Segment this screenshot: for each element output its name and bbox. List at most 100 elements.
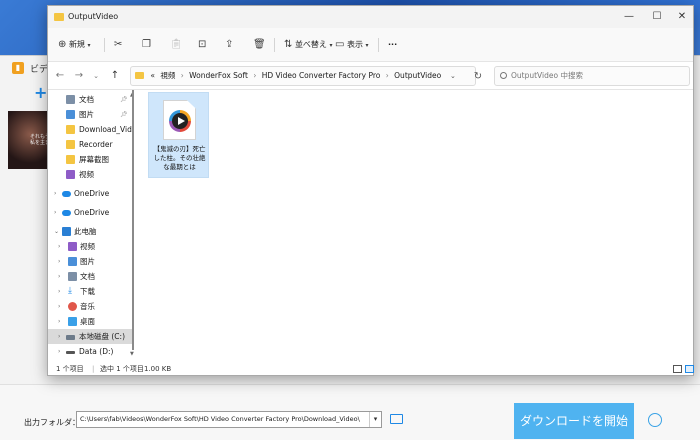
paste-button[interactable]: 📋︎ bbox=[170, 37, 183, 53]
nav-item-this-pc[interactable]: ⌄ 此电脑 bbox=[48, 224, 134, 239]
breadcrumb-overflow[interactable]: « bbox=[150, 71, 155, 80]
nav-item-label: 此电脑 bbox=[74, 227, 97, 236]
chevron-right-icon[interactable]: › bbox=[58, 284, 60, 299]
breadcrumb-wonderfox[interactable]: WonderFox Soft bbox=[189, 71, 248, 80]
nav-item-label: 图片 bbox=[79, 110, 94, 119]
nav-item-documents[interactable]: 文档 📌︎ bbox=[48, 92, 134, 107]
back-arrow-icon[interactable]: ← bbox=[53, 68, 67, 84]
nav-item-music[interactable]: › 音乐 bbox=[48, 299, 134, 314]
delete-button[interactable]: 🗑︎ bbox=[253, 37, 266, 53]
minimize-icon[interactable]: — bbox=[615, 10, 643, 24]
toolbar-divider bbox=[378, 38, 379, 52]
large-icons-view-icon[interactable] bbox=[685, 365, 694, 373]
background-app-title: ビデ bbox=[30, 65, 49, 75]
alarm-clock-icon[interactable] bbox=[648, 413, 662, 427]
rename-button[interactable]: ⊡ bbox=[198, 37, 206, 53]
nav-item-label: Recorder bbox=[79, 140, 113, 149]
folder-icon bbox=[66, 155, 75, 164]
breadcrumb-hd-converter[interactable]: HD Video Converter Factory Pro bbox=[262, 71, 381, 80]
start-download-button[interactable]: ダウンロードを開始 bbox=[514, 403, 634, 439]
chevron-right-icon[interactable]: › bbox=[54, 205, 56, 220]
chevron-right-icon[interactable]: › bbox=[58, 254, 60, 269]
chevron-right-icon[interactable]: › bbox=[58, 269, 60, 284]
folder-icon bbox=[66, 140, 75, 149]
chevron-right-icon[interactable]: › bbox=[54, 358, 56, 360]
nav-item-download-video[interactable]: Download_Vide bbox=[48, 122, 134, 137]
desktop-icon bbox=[68, 317, 77, 326]
nav-item-pictures-pc[interactable]: › 图片 bbox=[48, 254, 134, 269]
nav-item-label: OneDrive bbox=[74, 208, 110, 217]
address-box[interactable]: « 視频 › WonderFox Soft › HD Video Convert… bbox=[130, 66, 476, 86]
nav-item-onedrive-2[interactable]: › OneDrive bbox=[48, 205, 134, 220]
trash-icon: 🗑︎ bbox=[253, 39, 266, 50]
details-view-icon[interactable] bbox=[673, 365, 682, 373]
nav-item-desktop[interactable]: › 桌面 bbox=[48, 314, 134, 329]
address-dropdown-icon[interactable]: ⌄ bbox=[450, 72, 456, 80]
nav-item-documents-pc[interactable]: › 文档 bbox=[48, 269, 134, 284]
new-button[interactable]: ⊕ 新規 ▾ bbox=[58, 37, 91, 53]
view-button-label: 表示 bbox=[347, 40, 363, 49]
sort-button-label: 並べ替え bbox=[294, 40, 327, 49]
nav-item-videos[interactable]: › 视频 bbox=[48, 239, 134, 254]
forward-arrow-icon[interactable]: → bbox=[72, 68, 86, 84]
chevron-down-icon: ▾ bbox=[365, 42, 369, 49]
toolbar-divider bbox=[274, 38, 275, 52]
recent-chevron-icon[interactable]: ⌄ bbox=[89, 68, 103, 84]
breadcrumb-outputvideo[interactable]: OutputVideo bbox=[394, 71, 441, 80]
copy-button[interactable]: ❐ bbox=[142, 37, 151, 53]
search-icon bbox=[500, 72, 507, 79]
new-button-label: 新規 bbox=[68, 40, 85, 49]
chevron-right-icon[interactable]: › bbox=[58, 299, 60, 314]
open-folder-icon[interactable] bbox=[390, 414, 403, 424]
pin-icon: 📌︎ bbox=[120, 111, 128, 118]
more-options-button[interactable]: ··· bbox=[388, 37, 397, 53]
nav-scrollbar[interactable] bbox=[132, 90, 134, 350]
status-bar: 1 个项目 | 选中 1 个项目 1.00 KB bbox=[48, 361, 694, 377]
nav-item-onedrive-1[interactable]: › OneDrive bbox=[48, 186, 134, 201]
chevron-right-icon[interactable]: › bbox=[54, 186, 56, 201]
breadcrumb-chevron-icon: › bbox=[180, 71, 184, 80]
folder-icon bbox=[135, 72, 144, 79]
explorer-window: OutputVideo — ☐ ✕ ⊕ 新規 ▾ ✂ ❐ 📋︎ ⊡ ⇪ 🗑︎ ⇅… bbox=[47, 5, 694, 376]
paste-icon: 📋︎ bbox=[170, 39, 183, 50]
output-path-select[interactable]: C:\Users\fab\Videos\WonderFox Soft\HD Vi… bbox=[76, 411, 382, 428]
navigation-pane: 文档 📌︎ 图片 📌︎ Download_Vide Recorder 屏幕截图 … bbox=[48, 90, 134, 360]
chevron-right-icon[interactable]: › bbox=[58, 314, 60, 329]
close-icon[interactable]: ✕ bbox=[668, 10, 696, 24]
nav-item-videos-quick[interactable]: 视频 bbox=[48, 167, 134, 182]
view-button[interactable]: ▭ 表示 ▾ bbox=[335, 37, 369, 53]
view-icon: ▭ bbox=[335, 39, 345, 50]
search-placeholder: OutputVideo 中搜索 bbox=[511, 71, 583, 80]
chevron-down-icon[interactable]: ▾ bbox=[369, 412, 381, 427]
nav-item-network[interactable]: › 网络 bbox=[48, 358, 134, 360]
scroll-down-icon[interactable]: ▼ bbox=[130, 351, 134, 357]
nav-item-label: Data (D:) bbox=[79, 347, 114, 356]
chevron-right-icon[interactable]: › bbox=[58, 329, 60, 344]
plus-circle-icon: ⊕ bbox=[58, 39, 67, 50]
chevron-right-icon[interactable]: › bbox=[58, 239, 60, 254]
sort-button[interactable]: ⇅ 並べ替え ▾ bbox=[284, 37, 333, 53]
search-input[interactable]: OutputVideo 中搜索 bbox=[494, 66, 690, 86]
up-arrow-icon[interactable]: ↑ bbox=[108, 68, 122, 84]
explorer-titlebar: OutputVideo — ☐ ✕ bbox=[48, 6, 693, 28]
nav-item-screenshots[interactable]: 屏幕截图 bbox=[48, 152, 134, 167]
chevron-right-icon[interactable]: › bbox=[58, 344, 60, 359]
cut-button[interactable]: ✂ bbox=[114, 37, 122, 53]
selected-count: 选中 1 个项目 bbox=[100, 365, 144, 373]
file-list-area[interactable]: 【鬼滅の刃】死亡した柱。その壮絶な最期とは bbox=[138, 90, 693, 360]
add-button[interactable]: + bbox=[34, 83, 47, 102]
nav-item-data-d[interactable]: › Data (D:) bbox=[48, 344, 134, 359]
maximize-icon[interactable]: ☐ bbox=[643, 10, 671, 24]
share-button[interactable]: ⇪ bbox=[225, 37, 233, 53]
video-icon bbox=[68, 242, 77, 251]
file-item[interactable]: 【鬼滅の刃】死亡した柱。その壮絶な最期とは bbox=[148, 92, 209, 178]
breadcrumb-videos[interactable]: 視频 bbox=[160, 71, 175, 80]
refresh-icon[interactable]: ↻ bbox=[471, 70, 485, 84]
nav-item-local-disk-c[interactable]: › 本地磁盘 (C:) bbox=[48, 329, 134, 344]
nav-item-pictures[interactable]: 图片 📌︎ bbox=[48, 107, 134, 122]
video-icon bbox=[66, 170, 75, 179]
nav-item-recorder[interactable]: Recorder bbox=[48, 137, 134, 152]
nav-item-label: 文档 bbox=[79, 95, 94, 104]
nav-item-downloads[interactable]: › ⤓ 下载 bbox=[48, 284, 134, 299]
chevron-down-icon[interactable]: ⌄ bbox=[54, 224, 59, 239]
